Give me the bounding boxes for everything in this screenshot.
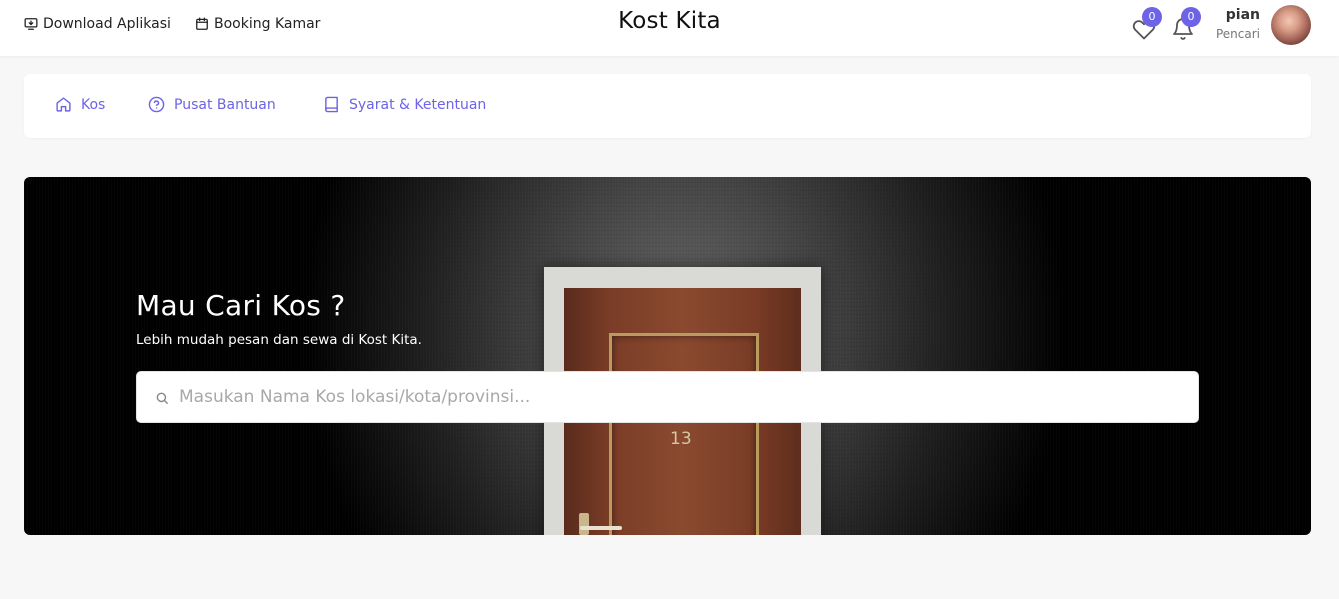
search-input[interactable] [179,373,1189,421]
calendar-icon [196,17,208,30]
download-app-link[interactable]: Download Aplikasi [24,16,171,32]
hero-door-number: 13 [670,429,692,449]
search-box[interactable] [136,371,1199,423]
booking-room-link[interactable]: Booking Kamar [195,16,320,32]
hero-door-handle-plate [579,513,589,535]
nav-item-terms-label: Syarat & Ketentuan [349,96,487,113]
booking-room-label: Booking Kamar [214,16,321,32]
top-bar: Download Aplikasi Booking Kamar Kost Kit… [0,0,1339,56]
wishlist-button[interactable]: 0 [1132,7,1162,40]
user-name[interactable]: pian [1226,7,1260,23]
nav-item-kos[interactable]: Kos [55,96,105,113]
hero-subtitle: Lebih mudah pesan dan sewa di Kost Kita. [136,332,422,348]
search-icon [156,392,168,404]
help-circle-icon [148,96,165,113]
wishlist-count-badge: 0 [1142,7,1162,27]
hero-door-handle [580,526,622,530]
book-icon [325,96,338,113]
nav-item-terms[interactable]: Syarat & Ketentuan [323,96,486,113]
notification-count-badge: 0 [1181,7,1201,27]
user-role: Pencari [1215,27,1260,41]
nav-item-help-center-label: Pusat Bantuan [174,96,276,113]
hero-banner: 13 Mau Cari Kos ? Lebih mudah pesan dan … [24,177,1311,535]
download-app-label: Download Aplikasi [43,16,171,32]
home-icon [56,97,71,112]
nav-item-help-center[interactable]: Pusat Bantuan [148,96,276,113]
avatar[interactable] [1271,5,1311,45]
main-nav: Kos Pusat Bantuan Syarat & Ketentuan [24,74,1311,138]
notification-button[interactable]: 0 [1171,7,1201,40]
monitor-download-icon [24,18,38,30]
nav-item-kos-label: Kos [81,96,106,113]
hero-title: Mau Cari Kos ? [136,289,346,322]
